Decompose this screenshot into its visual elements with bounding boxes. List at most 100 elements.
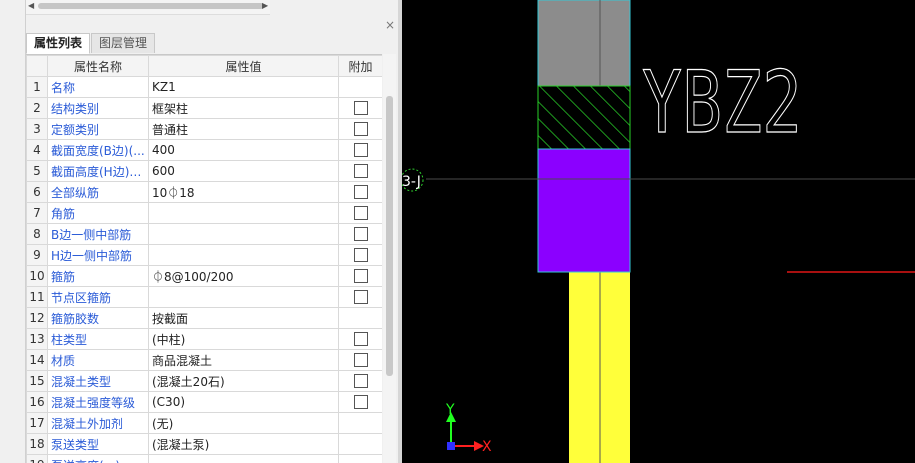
table-row[interactable]: 10 箍筋 ⏀8@100/200 bbox=[26, 265, 382, 287]
table-row[interactable]: 8 B边一侧中部筋 bbox=[26, 223, 382, 245]
table-row[interactable]: 3 定额类别 普通柱 bbox=[26, 118, 382, 140]
scroll-left-icon[interactable]: ◀ bbox=[28, 0, 34, 12]
row-index: 6 bbox=[26, 181, 48, 203]
hatched-pattern bbox=[537, 85, 631, 150]
tab-property-list[interactable]: 属性列表 bbox=[26, 33, 91, 54]
axis-marker-label: 3-J bbox=[402, 174, 421, 190]
property-name: 全部纵筋 bbox=[47, 181, 149, 203]
property-name: 箍筋 bbox=[47, 265, 149, 287]
property-value[interactable]: (混凝土20石) bbox=[148, 370, 339, 392]
close-icon[interactable]: × bbox=[384, 18, 396, 32]
table-row[interactable]: 19泵送高度(m) bbox=[26, 454, 382, 463]
add-checkbox[interactable] bbox=[353, 374, 368, 389]
property-name: 角筋 bbox=[47, 202, 149, 224]
header-add: 附加 bbox=[338, 55, 382, 77]
cad-drawing[interactable]: 3-J YBZ2 Y X bbox=[402, 0, 915, 463]
table-row[interactable]: 15 混凝土类型 (混凝土20石) bbox=[26, 370, 382, 392]
property-value[interactable]: 商品混凝土 bbox=[148, 349, 339, 371]
property-value[interactable]: (混凝土泵) bbox=[148, 433, 339, 455]
scroll-right-icon[interactable]: ▶ bbox=[262, 0, 268, 12]
table-header-row: 属性名称 属性值 附加 bbox=[26, 55, 382, 77]
gray-block[interactable] bbox=[537, 0, 631, 87]
table-row[interactable]: 13 柱类型 (中柱) bbox=[26, 328, 382, 350]
property-value[interactable] bbox=[148, 454, 339, 463]
add-checkbox[interactable] bbox=[353, 395, 368, 410]
add-checkbox[interactable] bbox=[353, 164, 368, 179]
property-value[interactable]: ⏀8@100/200 bbox=[148, 265, 339, 287]
property-name: 泵送高度(m) bbox=[47, 454, 149, 463]
table-row[interactable]: 4 截面宽度(B边)(... 400 bbox=[26, 139, 382, 161]
property-value[interactable]: (中柱) bbox=[148, 328, 339, 350]
vertical-scrollbar[interactable] bbox=[383, 54, 396, 463]
add-cell bbox=[338, 202, 382, 224]
table-row[interactable]: 5 截面高度(H边)(... 600 bbox=[26, 160, 382, 182]
property-name: H边一侧中部筋 bbox=[47, 244, 149, 266]
add-checkbox[interactable] bbox=[353, 101, 368, 116]
property-value[interactable]: 普通柱 bbox=[148, 118, 339, 140]
table-row[interactable]: 14 材质 商品混凝土 bbox=[26, 349, 382, 371]
header-property-value: 属性值 bbox=[148, 55, 339, 77]
table-row[interactable]: 2 结构类别 框架柱 bbox=[26, 97, 382, 119]
row-index: 14 bbox=[26, 349, 48, 371]
add-cell bbox=[338, 181, 382, 203]
row-index: 1 bbox=[26, 76, 48, 98]
column-label-ybz2[interactable]: YBZ2 bbox=[641, 52, 802, 153]
purple-block[interactable] bbox=[537, 148, 631, 273]
add-cell bbox=[338, 328, 382, 350]
table-row[interactable]: 12 箍筋胶数 按截面 bbox=[26, 307, 382, 329]
add-checkbox[interactable] bbox=[353, 248, 368, 263]
property-name: 柱类型 bbox=[47, 328, 149, 350]
add-checkbox[interactable] bbox=[353, 143, 368, 158]
property-value[interactable]: 框架柱 bbox=[148, 97, 339, 119]
property-value[interactable] bbox=[148, 202, 339, 224]
add-checkbox[interactable] bbox=[353, 227, 368, 242]
property-name: 混凝土强度等级 bbox=[47, 391, 149, 413]
table-row[interactable]: 16 混凝土强度等级 (C30) bbox=[26, 391, 382, 413]
property-name: 名称 bbox=[47, 76, 149, 98]
vertical-scroll-thumb[interactable] bbox=[386, 96, 393, 376]
add-cell bbox=[338, 433, 382, 455]
table-row[interactable]: 18 泵送类型 (混凝土泵) bbox=[26, 433, 382, 455]
property-value[interactable]: 按截面 bbox=[148, 307, 339, 329]
horizontal-scrollbar[interactable]: ◀ ▶ bbox=[26, 0, 270, 15]
add-checkbox[interactable] bbox=[353, 269, 368, 284]
horizontal-scroll-thumb[interactable] bbox=[38, 3, 264, 9]
table-row[interactable]: 17 混凝土外加剂 (无) bbox=[26, 412, 382, 434]
add-checkbox[interactable] bbox=[353, 185, 368, 200]
add-checkbox[interactable] bbox=[353, 122, 368, 137]
add-checkbox[interactable] bbox=[353, 290, 368, 305]
property-name: 混凝土外加剂 bbox=[47, 412, 149, 434]
property-value[interactable] bbox=[148, 223, 339, 245]
add-cell bbox=[338, 349, 382, 371]
property-value[interactable]: KZ1 bbox=[148, 76, 339, 98]
header-property-name: 属性名称 bbox=[47, 55, 149, 77]
property-grid: 属性名称 属性值 附加 1 名称 KZ1 2 结构类别 框架柱 3 定额类别 普通柱 4 截面宽度(… bbox=[26, 54, 382, 463]
drawing-canvas[interactable]: 3-J YBZ2 Y X bbox=[402, 0, 915, 463]
table-row[interactable]: 11 节点区箍筋 bbox=[26, 286, 382, 308]
property-value[interactable] bbox=[148, 244, 339, 266]
axis-x-label: X bbox=[482, 439, 492, 455]
property-value[interactable] bbox=[148, 286, 339, 308]
property-name: B边一侧中部筋 bbox=[47, 223, 149, 245]
table-row[interactable]: 9 H边一侧中部筋 bbox=[26, 244, 382, 266]
row-index: 12 bbox=[26, 307, 48, 329]
row-index: 2 bbox=[26, 97, 48, 119]
add-cell bbox=[338, 76, 382, 98]
add-checkbox[interactable] bbox=[353, 353, 368, 368]
table-row[interactable]: 7 角筋 bbox=[26, 202, 382, 224]
add-cell bbox=[338, 139, 382, 161]
property-value[interactable]: 10⏀18 bbox=[148, 181, 339, 203]
property-value[interactable]: 600 bbox=[148, 160, 339, 182]
add-checkbox[interactable] bbox=[353, 332, 368, 347]
row-index: 15 bbox=[26, 370, 48, 392]
table-row[interactable]: 6 全部纵筋 10⏀18 bbox=[26, 181, 382, 203]
property-value[interactable]: 400 bbox=[148, 139, 339, 161]
tab-layer-management[interactable]: 图层管理 bbox=[91, 33, 156, 53]
property-value[interactable]: (C30) bbox=[148, 391, 339, 413]
add-checkbox[interactable] bbox=[353, 206, 368, 221]
add-cell bbox=[338, 286, 382, 308]
property-value[interactable]: (无) bbox=[148, 412, 339, 434]
property-name: 节点区箍筋 bbox=[47, 286, 149, 308]
header-index bbox=[26, 55, 48, 77]
table-row[interactable]: 1 名称 KZ1 bbox=[26, 76, 382, 98]
